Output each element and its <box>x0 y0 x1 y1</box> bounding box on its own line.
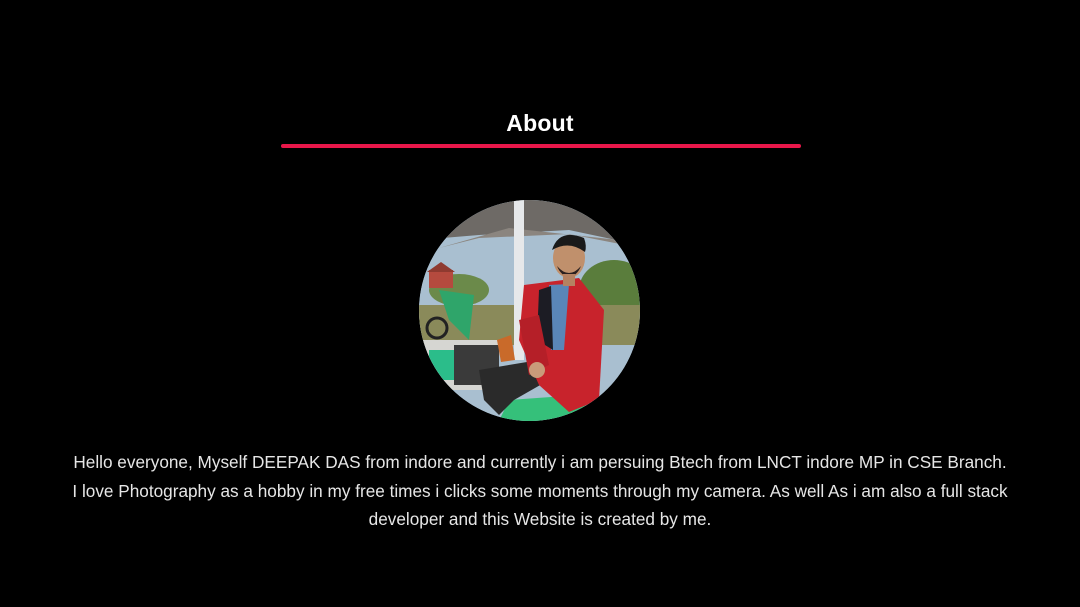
about-section: About Hello everyone, Myself DEEPAK DAS … <box>0 0 1080 607</box>
about-bio-text: Hello everyone, Myself DEEPAK DAS from i… <box>72 452 1008 529</box>
profile-photo <box>419 200 640 421</box>
heading-underline <box>281 144 801 148</box>
about-heading: About <box>506 110 574 136</box>
